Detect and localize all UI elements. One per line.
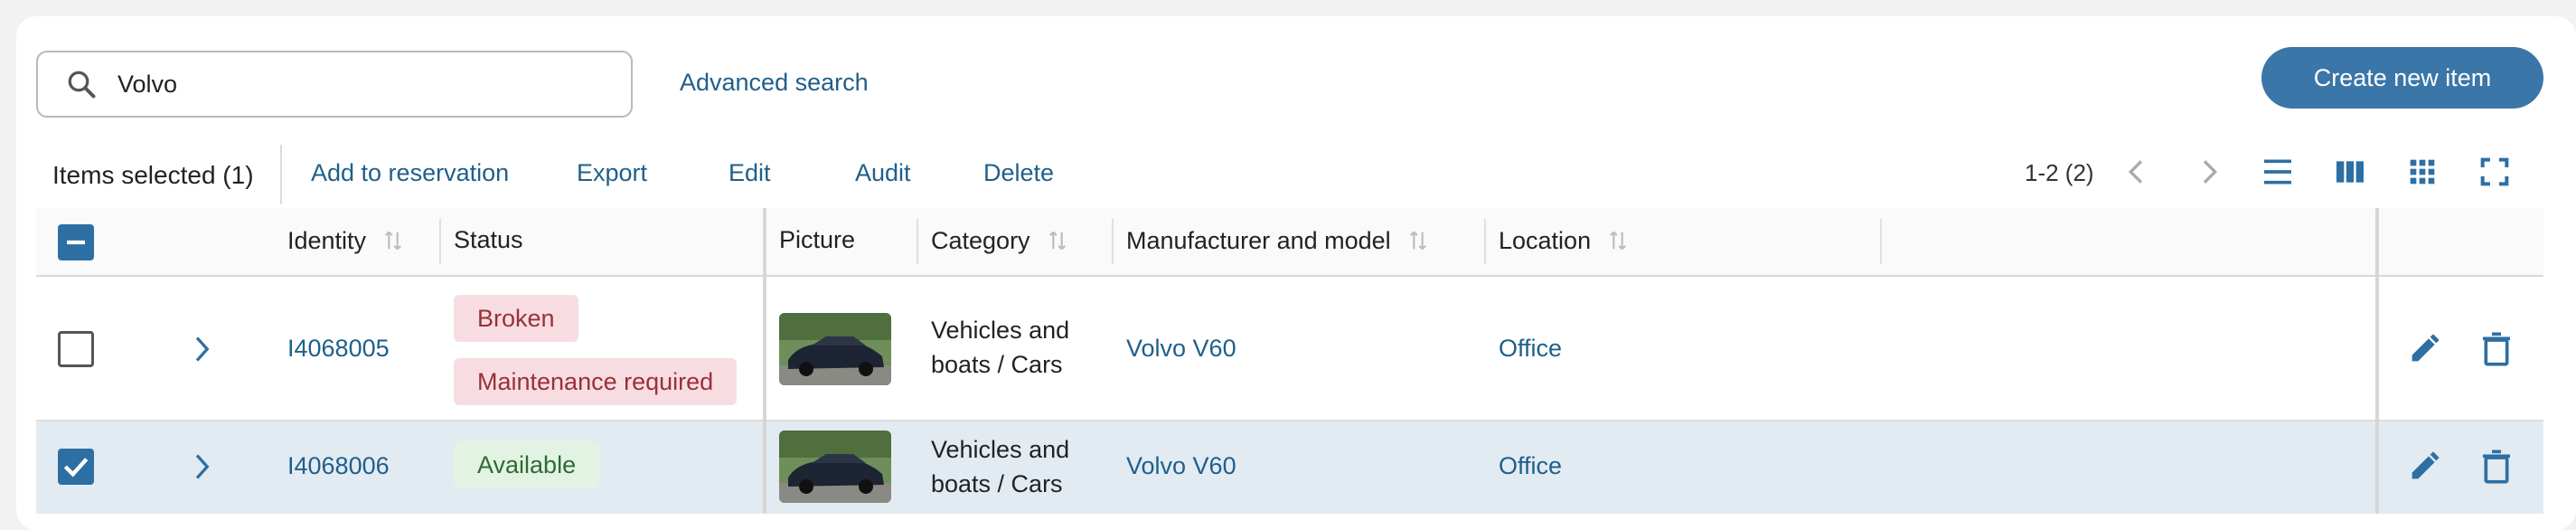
previous-page-icon[interactable] [2119, 154, 2155, 190]
table-row[interactable] [36, 277, 2543, 421]
column-separator [1880, 219, 1882, 264]
pinned-column-divider [763, 208, 766, 514]
delete-button[interactable]: Delete [983, 159, 1054, 187]
location-link[interactable]: Office [1499, 452, 1562, 480]
status-badge: Available [454, 441, 600, 488]
items-selected-label: Items selected (1) [52, 161, 254, 189]
row-checkbox[interactable] [58, 449, 94, 485]
select-all-checkbox[interactable] [58, 224, 94, 260]
car-thumbnail [779, 313, 891, 385]
column-separator [1484, 219, 1486, 264]
category-line: boats / Cars [931, 351, 1063, 378]
edit-icon[interactable] [2406, 449, 2442, 485]
advanced-search-link[interactable]: Advanced search [680, 69, 869, 97]
next-page-icon[interactable] [2191, 154, 2227, 190]
export-button[interactable]: Export [577, 159, 647, 187]
actions-column-divider [2375, 208, 2379, 514]
sort-icon[interactable] [1605, 226, 1631, 255]
category-line: Vehicles and [931, 317, 1070, 344]
column-label: Picture [779, 226, 856, 253]
column-header-manufacturer[interactable]: Manufacturer and model [1126, 226, 1431, 255]
column-header-category[interactable]: Category [931, 226, 1070, 255]
column-header-identity[interactable]: Identity [287, 226, 406, 255]
add-to-reservation-button[interactable]: Add to reservation [311, 159, 509, 187]
grid-view-icon[interactable] [2404, 154, 2440, 190]
column-label: Status [454, 226, 523, 253]
location-link[interactable]: Office [1499, 335, 1562, 363]
create-new-item-button[interactable]: Create new item [2261, 47, 2543, 109]
search-icon [68, 71, 96, 99]
category-line: boats / Cars [931, 470, 1063, 497]
sort-icon[interactable] [381, 226, 406, 255]
edit-icon[interactable] [2406, 331, 2442, 367]
pagination-label: 1-2 (2) [2025, 159, 2094, 186]
selection-toolbar: Items selected (1) [52, 157, 254, 194]
search-input[interactable] [118, 70, 606, 99]
identity-link[interactable]: I4068006 [287, 452, 390, 480]
status-badge: Maintenance required [454, 358, 738, 405]
category-cell: Vehicles and boats / Cars [931, 432, 1069, 501]
delete-icon[interactable] [2478, 449, 2515, 485]
car-thumbnail [779, 431, 891, 503]
column-separator [439, 219, 441, 264]
row-checkbox[interactable] [58, 331, 94, 367]
fullscreen-icon[interactable] [2477, 154, 2513, 190]
search-box[interactable] [36, 51, 633, 118]
column-header-status: Status [454, 226, 523, 254]
expand-row-icon[interactable] [188, 331, 215, 367]
column-label: Category [931, 226, 1030, 254]
category-cell: Vehicles and boats / Cars [931, 313, 1069, 382]
edit-button[interactable]: Edit [729, 159, 771, 187]
column-separator [917, 219, 918, 264]
sort-icon[interactable] [1406, 226, 1431, 255]
model-link[interactable]: Volvo V60 [1126, 335, 1236, 363]
identity-link[interactable]: I4068005 [287, 335, 390, 363]
expand-row-icon[interactable] [188, 449, 215, 485]
indeterminate-icon [67, 240, 85, 245]
check-icon [63, 458, 89, 478]
toolbar-divider [280, 145, 282, 204]
column-header-location[interactable]: Location [1499, 226, 1631, 255]
column-separator [1112, 219, 1114, 264]
audit-button[interactable]: Audit [855, 159, 911, 187]
car-photo [779, 313, 891, 385]
column-label: Identity [287, 226, 367, 254]
list-view-icon[interactable] [2260, 154, 2296, 190]
delete-icon[interactable] [2478, 331, 2515, 367]
category-line: Vehicles and [931, 436, 1070, 463]
column-view-icon[interactable] [2332, 154, 2368, 190]
car-photo [779, 431, 891, 503]
column-label: Location [1499, 226, 1592, 254]
model-link[interactable]: Volvo V60 [1126, 452, 1236, 480]
status-badge: Broken [454, 295, 578, 342]
column-label: Manufacturer and model [1126, 226, 1391, 254]
table-row-selected[interactable] [36, 421, 2543, 514]
column-header-picture: Picture [779, 226, 855, 254]
sort-icon[interactable] [1045, 226, 1070, 255]
